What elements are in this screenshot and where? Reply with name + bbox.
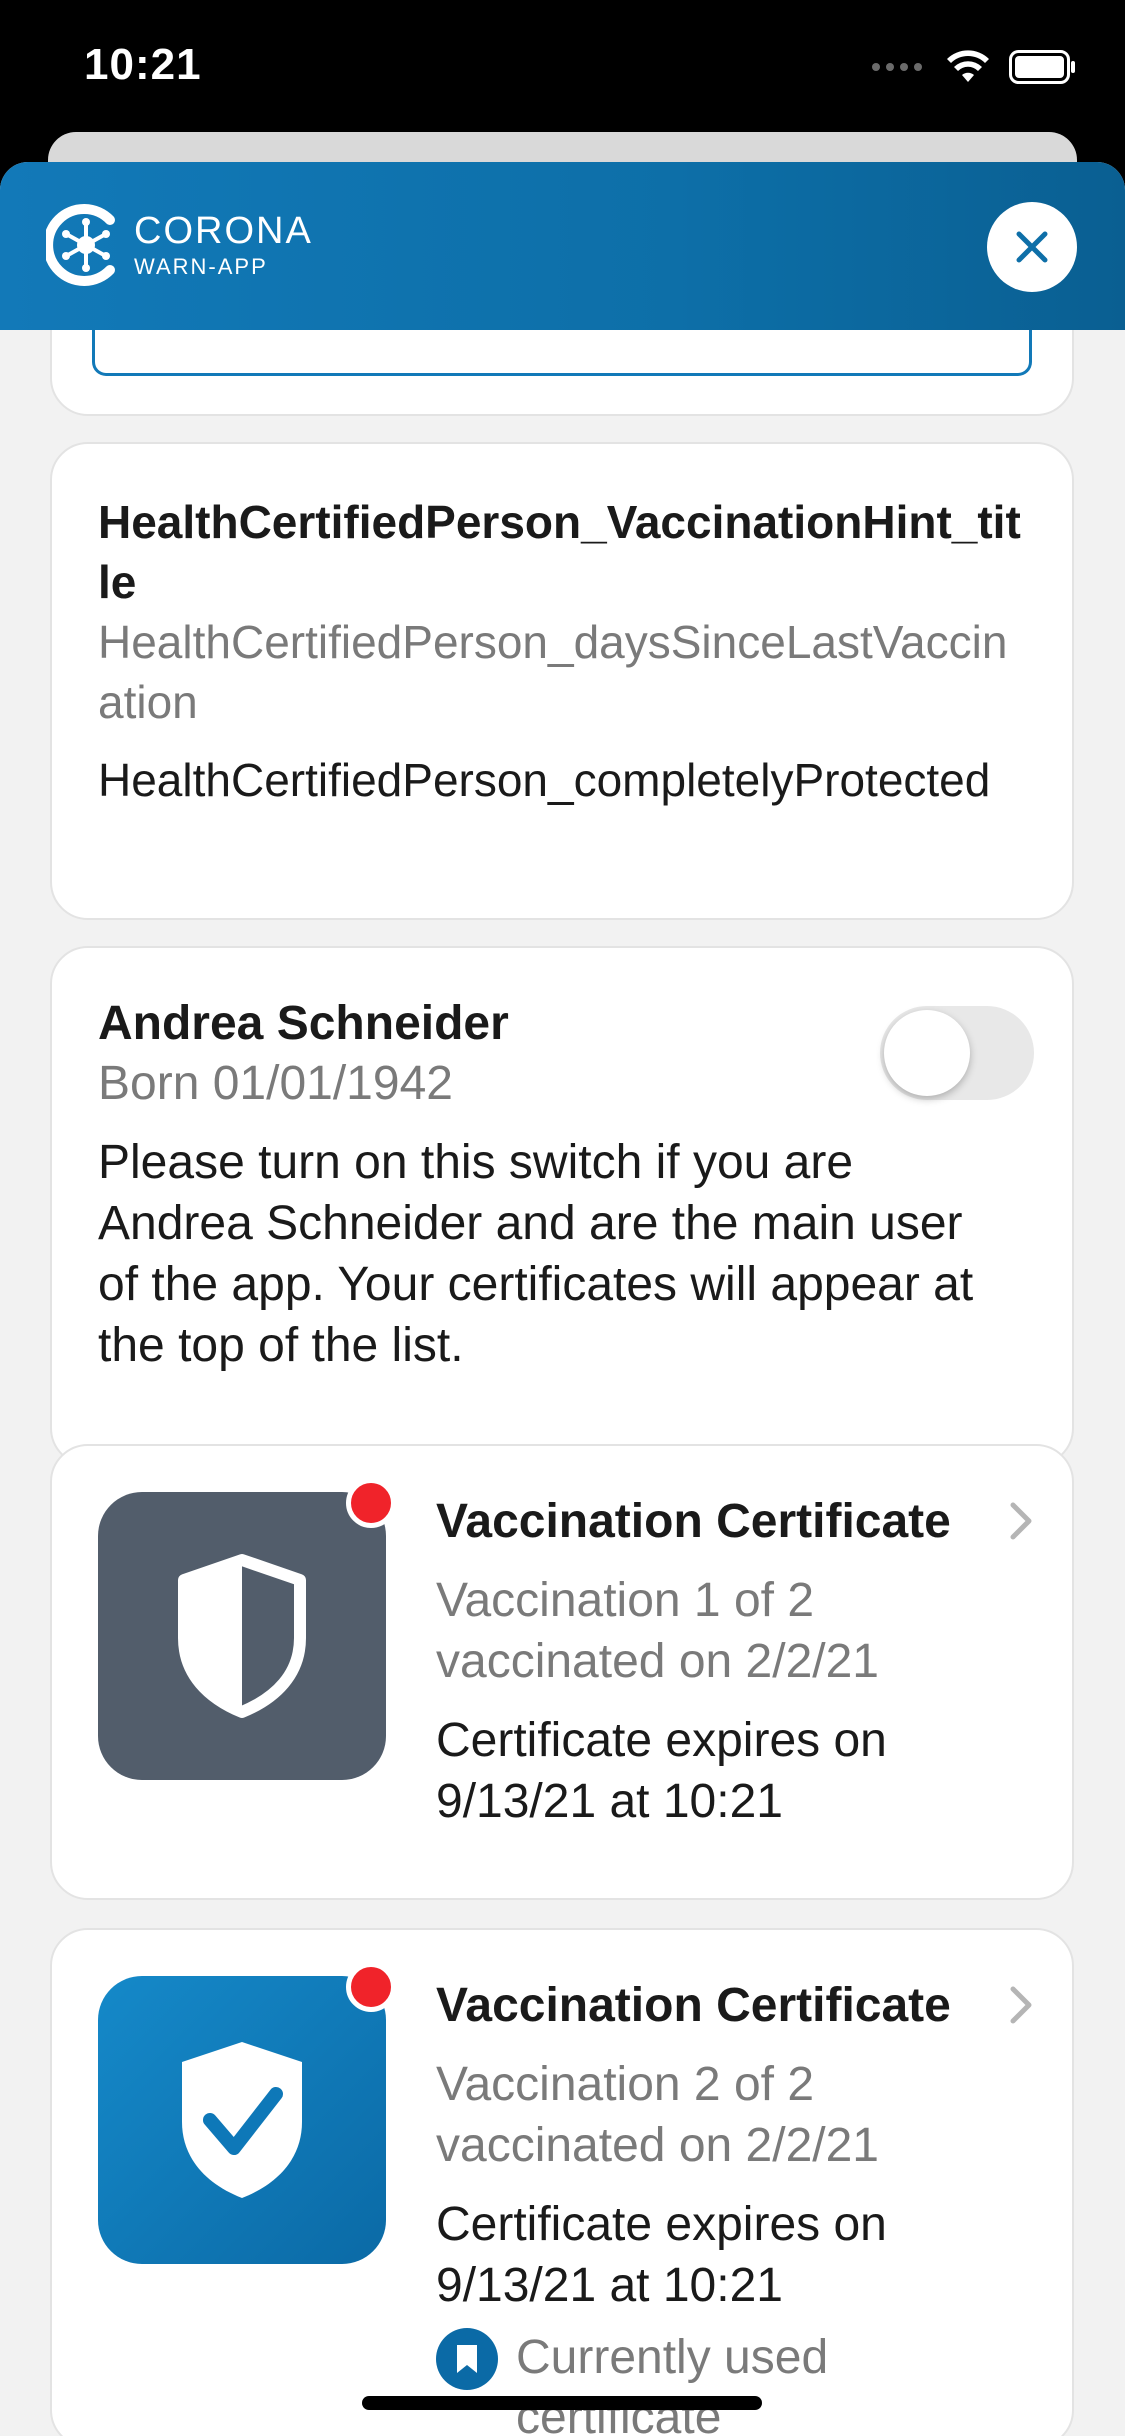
current-certificate-row: Currently used certificate bbox=[436, 2328, 1032, 2436]
person-card: Andrea Schneider Born 01/01/1942 Please … bbox=[50, 946, 1074, 1466]
check-shield-icon bbox=[182, 2042, 302, 2198]
certificate-card[interactable]: Vaccination Certificate Vaccination 2 of… bbox=[50, 1928, 1074, 2436]
hint-subtitle: HealthCertifiedPerson_daysSinceLastVacci… bbox=[98, 616, 1008, 728]
hint-title: HealthCertifiedPerson_VaccinationHint_ti… bbox=[98, 496, 1021, 608]
certificate-dose: Vaccination 2 of 2 bbox=[436, 2058, 815, 2111]
current-certificate-label: Currently used certificate bbox=[516, 2331, 829, 2436]
status-bar: 10:21 bbox=[0, 0, 1125, 135]
modal-sheet: HealthCertifiedPerson_VaccinationHint_ti… bbox=[0, 162, 1125, 2436]
wifi-icon bbox=[947, 50, 989, 82]
chevron-right-icon bbox=[1010, 1502, 1032, 1540]
certificate-date: vaccinated on 2/2/21 bbox=[436, 2119, 879, 2172]
toggle-knob bbox=[884, 1010, 970, 1096]
signal-dots-icon bbox=[872, 63, 922, 71]
certificate-card[interactable]: Vaccination Certificate Vaccination 1 of… bbox=[50, 1444, 1074, 1900]
certificate-text: Vaccination Certificate Vaccination 1 of… bbox=[436, 1492, 1032, 1832]
certificate-dose-info: Vaccination 2 of 2 vaccinated on 2/2/21 bbox=[436, 2054, 1032, 2176]
close-button[interactable] bbox=[987, 202, 1077, 292]
battery-icon bbox=[1009, 50, 1075, 84]
app-header: CORONA WARN-APP bbox=[0, 162, 1125, 330]
certificate-icon bbox=[98, 1962, 396, 2264]
status-time: 10:21 bbox=[84, 40, 202, 89]
certificate-expiry: Certificate expires on 9/13/21 at 10:21 bbox=[436, 2198, 887, 2312]
status-icons bbox=[871, 50, 1077, 84]
half-shield-icon bbox=[178, 1554, 306, 1718]
certificate-date: vaccinated on 2/2/21 bbox=[436, 1635, 879, 1688]
main-user-toggle[interactable] bbox=[880, 1006, 1034, 1100]
certificate-title: Vaccination Certificate bbox=[436, 1495, 951, 1548]
certificate-dose: Vaccination 1 of 2 bbox=[436, 1574, 815, 1627]
corona-logo-icon bbox=[46, 204, 115, 286]
hint-body: HealthCertifiedPerson_completelyProtecte… bbox=[98, 754, 991, 806]
certificate-title: Vaccination Certificate bbox=[436, 1979, 951, 2032]
close-icon bbox=[1016, 231, 1048, 263]
home-indicator[interactable] bbox=[362, 2396, 762, 2410]
logo-title: CORONA bbox=[134, 210, 313, 252]
certificate-text: Vaccination Certificate Vaccination 2 of… bbox=[436, 1976, 1032, 2436]
logo-subtitle: WARN-APP bbox=[134, 254, 268, 279]
main-user-description: Please turn on this switch if you are An… bbox=[98, 1136, 974, 1372]
logo-text: CORONA WARN-APP bbox=[134, 212, 313, 278]
vaccination-hint-card: HealthCertifiedPerson_VaccinationHint_ti… bbox=[50, 442, 1074, 920]
app-logo: CORONA WARN-APP bbox=[46, 202, 313, 288]
screen: 10:21 HealthCertifiedPerson_VaccinationH… bbox=[0, 0, 1125, 2436]
chevron-right-icon bbox=[1010, 1986, 1032, 2024]
notification-dot bbox=[346, 1962, 396, 2012]
bookmark-icon bbox=[436, 2328, 498, 2390]
certificate-expiry: Certificate expires on 9/13/21 at 10:21 bbox=[436, 1714, 887, 1828]
certificate-icon bbox=[98, 1478, 396, 1780]
notification-dot bbox=[346, 1478, 396, 1528]
certificate-dose-info: Vaccination 1 of 2 vaccinated on 2/2/21 bbox=[436, 1570, 1032, 1692]
